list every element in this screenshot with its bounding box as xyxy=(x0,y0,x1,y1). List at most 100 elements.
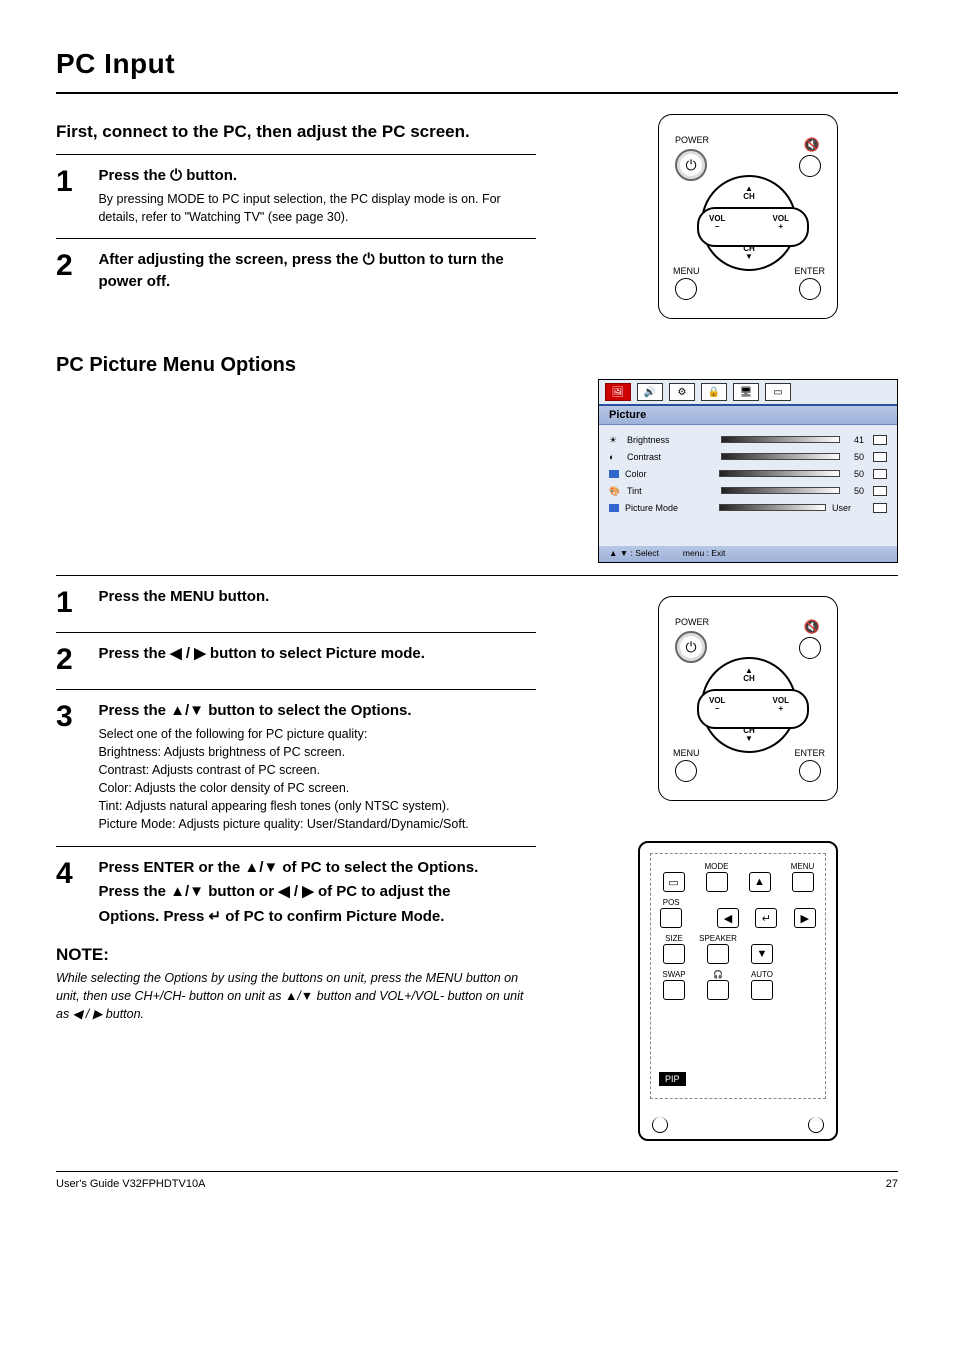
contrast-icon: ◐ xyxy=(609,452,621,462)
osd-row[interactable]: ☀ Brightness 41 xyxy=(609,431,887,448)
power-icon: ⏻ xyxy=(685,639,696,656)
osd-label: Picture Mode xyxy=(625,503,713,513)
power-icon: ⏻ xyxy=(170,167,182,184)
vol-minus-label: VOL – xyxy=(709,215,725,231)
osd-row[interactable]: 🎨 Tint 50 xyxy=(609,482,887,499)
osd-slider[interactable] xyxy=(719,470,840,477)
ch-down-label: CH ▼ xyxy=(703,245,795,261)
mute-button[interactable] xyxy=(799,637,821,659)
ch-up-label: ▲ CH xyxy=(703,667,795,683)
enter-button[interactable]: ↵ xyxy=(755,908,777,928)
line-suffix: of PC to select the Options. xyxy=(282,859,478,876)
osd-slider[interactable] xyxy=(719,504,826,511)
menu-button[interactable] xyxy=(792,872,814,892)
up-button[interactable]: ▲ xyxy=(749,872,771,892)
step-number: 1 xyxy=(56,165,94,199)
step-title-prefix: Press the xyxy=(98,702,170,719)
brightness-icon: ☀ xyxy=(609,435,621,445)
osd-inline-value: User xyxy=(832,503,864,513)
note-text: While selecting the Options by using the… xyxy=(56,969,536,1023)
step-2: 2 After adjusting the screen, press the … xyxy=(56,249,536,296)
down-button[interactable]: ▼ xyxy=(751,944,773,964)
pos-button[interactable] xyxy=(660,908,682,928)
power-label: POWER xyxy=(675,135,709,145)
headphone-icon: 🎧 xyxy=(713,970,723,979)
osd-tab-pc[interactable]: 🖥 xyxy=(733,383,759,401)
enter-button[interactable] xyxy=(799,760,821,782)
pc-menu-title: PC Picture Menu Options xyxy=(56,354,536,377)
osd-label: Contrast xyxy=(627,452,715,462)
osd-slider[interactable] xyxy=(721,436,840,443)
osd-tabs: 🖼 🔊 ⚙ 🔒 🖥 ▭ xyxy=(599,380,897,406)
step-number: 2 xyxy=(56,249,94,283)
step-title-prefix: Press the xyxy=(98,167,170,184)
menu-button[interactable] xyxy=(675,278,697,300)
tint-icon: 🎨 xyxy=(609,486,621,496)
dpad[interactable]: ▲ CH CH ▼ VOL – VOL + xyxy=(701,175,797,271)
mute-button[interactable] xyxy=(799,155,821,177)
remote-diagram: POWER ⏻ 🔇 ▲ CH CH ▼ VOL – VOL + MENU ENT… xyxy=(658,114,838,319)
mute-icon: 🔇 xyxy=(804,619,820,635)
osd-tab-pip[interactable]: ▭ xyxy=(765,383,791,401)
pc-step-3: 3 Press the ▲/▼ button to select the Opt… xyxy=(56,700,536,834)
osd-value: 41 xyxy=(846,435,864,445)
step-number: 3 xyxy=(56,700,94,734)
step-title: Press the MENU button. xyxy=(98,586,528,608)
osd-tab-lock[interactable]: 🔒 xyxy=(701,383,727,401)
auto-label: AUTO xyxy=(751,970,773,979)
enter-button[interactable] xyxy=(799,278,821,300)
line-mid: button or xyxy=(208,883,278,900)
osd-preview-box xyxy=(873,452,887,462)
power-icon: ⏻ xyxy=(685,157,696,174)
speaker-button[interactable] xyxy=(707,944,729,964)
mode-button[interactable] xyxy=(706,872,728,892)
osd-row[interactable]: Color 50 xyxy=(609,465,887,482)
osd-label: Color xyxy=(625,469,713,479)
vol-minus-label: VOL – xyxy=(709,697,725,713)
headphone-button[interactable] xyxy=(707,980,729,1000)
note-label: NOTE: xyxy=(56,945,536,965)
swap-button[interactable] xyxy=(663,980,685,1000)
osd-slider[interactable] xyxy=(721,487,840,494)
step-number: 2 xyxy=(56,643,94,677)
power-button[interactable]: ⏻ xyxy=(675,149,707,181)
step-title-suffix: button to select the Options. xyxy=(208,702,411,719)
left-button[interactable]: ◀ xyxy=(717,908,739,928)
pc-step-4: 4 Press ENTER or the ▲/▼ of PC to select… xyxy=(56,857,536,931)
osd-row[interactable]: Picture Mode User xyxy=(609,499,887,516)
pip-toggle-button[interactable]: ▭ xyxy=(663,872,685,892)
vol-plus-label: VOL + xyxy=(773,697,789,713)
osd-value: 50 xyxy=(846,486,864,496)
remote-diagram: POWER ⏻ 🔇 ▲ CH CH ▼ VOL – VOL + MENU ENT… xyxy=(658,596,838,801)
enter-label: ENTER xyxy=(794,266,825,276)
osd-title: Picture xyxy=(599,406,897,425)
power-button[interactable]: ⏻ xyxy=(675,631,707,663)
menu-button[interactable] xyxy=(675,760,697,782)
option-text: Tint: Adjusts natural appearing flesh to… xyxy=(98,797,528,815)
step-title-suffix: button. xyxy=(182,167,237,184)
left-right-icon: ◀ / ▶ xyxy=(170,645,206,662)
osd-tab-picture[interactable]: 🖼 xyxy=(605,383,631,401)
pc-remote-diagram: ▭ MODE ▲ MENU POS ◀ ↵ ▶ SIZE SP xyxy=(638,841,838,1141)
pip-section-label: PIP xyxy=(659,1072,686,1086)
dpad[interactable]: ▲ CH CH ▼ VOL – VOL + xyxy=(701,657,797,753)
footer-pageno: 27 xyxy=(886,1178,898,1190)
menu-label: MENU xyxy=(673,748,700,758)
option-text: Contrast: Adjusts contrast of PC screen. xyxy=(98,761,528,779)
auto-button[interactable] xyxy=(751,980,773,1000)
osd-tab-audio[interactable]: 🔊 xyxy=(637,383,663,401)
option-text: Brightness: Adjusts brightness of PC scr… xyxy=(98,743,528,761)
up-down-icon: ▲/▼ xyxy=(244,859,278,876)
osd-slider[interactable] xyxy=(721,453,840,460)
page-title: PC Input xyxy=(56,48,898,92)
page-footer: User's Guide V32FPHDTV10A 27 xyxy=(56,1172,898,1190)
osd-row[interactable]: ◐ Contrast 50 xyxy=(609,448,887,465)
mode-label: MODE xyxy=(705,862,729,871)
right-button[interactable]: ▶ xyxy=(794,908,816,928)
step-1: 1 Press the ⏻ button. By pressing MODE t… xyxy=(56,165,536,226)
osd-tab-settings[interactable]: ⚙ xyxy=(669,383,695,401)
size-button[interactable] xyxy=(663,944,685,964)
step-number: 4 xyxy=(56,857,94,891)
section-lead: First, connect to the PC, then adjust th… xyxy=(56,122,536,142)
power-icon: ⏻ xyxy=(363,251,375,268)
